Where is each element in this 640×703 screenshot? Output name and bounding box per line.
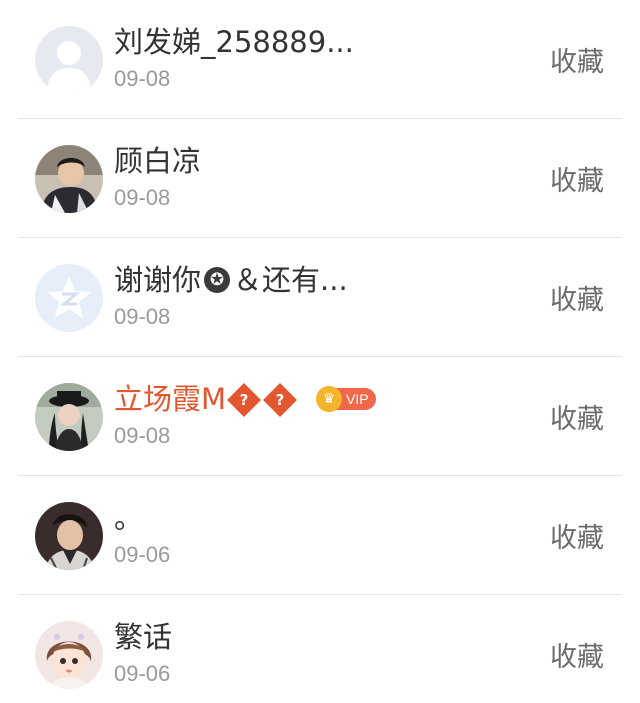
avatar[interactable] <box>35 620 103 689</box>
unknown-glyph-icon: ? <box>227 382 262 417</box>
user-name-prefix: 立场霞M <box>114 381 227 416</box>
item-info: 刘发娣_258889... 09-08 <box>114 22 550 94</box>
avatar[interactable] <box>35 501 103 570</box>
item-info: 。 09-06 <box>114 498 550 570</box>
favorite-button[interactable]: 收藏 <box>550 516 604 555</box>
list-item[interactable]: 刘发娣_258889... 09-08 收藏 <box>0 0 640 119</box>
item-info: 繁话 09-06 <box>114 617 550 689</box>
item-date: 09-08 <box>114 303 171 329</box>
favorite-button[interactable]: 收藏 <box>550 278 604 317</box>
list-item[interactable]: 。 09-06 收藏 <box>0 476 640 595</box>
unknown-glyph-icon: ? <box>263 382 298 417</box>
favorite-button[interactable]: 收藏 <box>550 40 604 79</box>
vip-badge: ♛ VIP <box>316 385 376 412</box>
favorite-button[interactable]: 收藏 <box>550 635 604 674</box>
item-info: 谢谢你 ✪ ＆还有... 09-08 <box>114 260 550 332</box>
user-name-prefix: 谢谢你 <box>114 262 202 297</box>
user-name: 刘发娣_258889... <box>114 24 354 59</box>
favorite-button[interactable]: 收藏 <box>550 159 604 198</box>
user-photo-icon <box>35 144 103 213</box>
user-name: 立场霞M ? ? ♛ VIP <box>114 379 550 419</box>
item-date: 09-06 <box>114 541 171 567</box>
item-info: 立场霞M ? ? ♛ VIP 09-08 <box>114 379 550 451</box>
item-date: 09-08 <box>114 65 171 91</box>
default-user-icon <box>35 25 103 94</box>
item-info: 顾白凉 09-08 <box>114 141 550 213</box>
item-date: 09-06 <box>114 660 171 686</box>
item-date: 09-08 <box>114 184 171 210</box>
user-name: 。 <box>114 500 144 535</box>
avatar[interactable] <box>35 382 103 451</box>
list-item[interactable]: 繁话 09-06 收藏 <box>0 595 640 703</box>
favorite-button[interactable]: 收藏 <box>550 397 604 436</box>
user-name-suffix: ＆还有... <box>233 262 348 297</box>
user-photo-icon <box>35 501 103 570</box>
qq-default-avatar[interactable] <box>35 263 103 332</box>
avatar[interactable] <box>35 144 103 213</box>
list-item[interactable]: 顾白凉 09-08 收藏 <box>0 119 640 238</box>
user-photo-icon <box>35 382 103 451</box>
cartoon-girl-icon <box>35 620 103 689</box>
favorites-list: 刘发娣_258889... 09-08 收藏 顾白凉 09-08 收藏 谢谢你 … <box>0 0 640 703</box>
default-avatar[interactable] <box>35 25 103 94</box>
list-item[interactable]: 谢谢你 ✪ ＆还有... 09-08 收藏 <box>0 238 640 357</box>
crown-icon: ♛ <box>316 385 343 412</box>
item-date: 09-08 <box>114 422 171 448</box>
star-logo-icon <box>35 263 103 332</box>
list-item[interactable]: 立场霞M ? ? ♛ VIP 09-08 收藏 <box>0 357 640 476</box>
user-name: 谢谢你 ✪ ＆还有... <box>114 260 550 300</box>
user-name: 繁话 <box>114 619 173 654</box>
user-name: 顾白凉 <box>114 143 202 178</box>
star-badge-icon: ✪ <box>204 266 231 293</box>
